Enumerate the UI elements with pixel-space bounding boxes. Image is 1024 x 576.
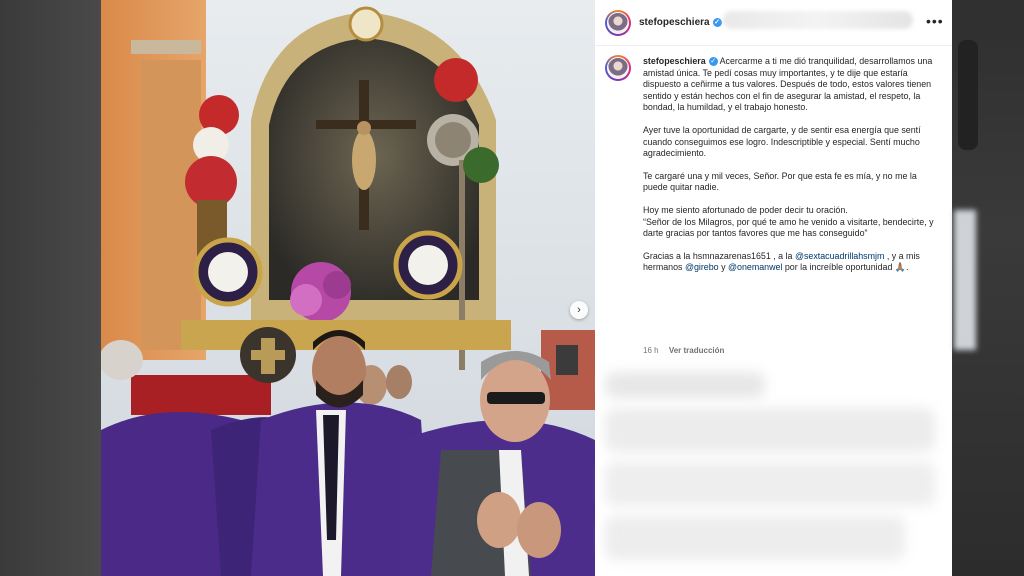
caption-meta: 16 h Ver traducción	[643, 346, 724, 355]
blurred-region	[723, 11, 913, 29]
mention-link[interactable]: @sextacuadrillahsmjm	[795, 251, 884, 261]
blurred-comment	[605, 408, 935, 452]
comments-panel: stefopeschiera ✓ ••• stefopeschiera ✓ Acer…	[595, 0, 952, 576]
avatar[interactable]	[605, 10, 631, 36]
procession-photo-illustration	[101, 0, 595, 576]
see-translation-link[interactable]: Ver traducción	[669, 346, 725, 355]
author-username[interactable]: stefopeschiera ✓	[639, 17, 722, 28]
background-blur	[954, 210, 976, 350]
post-photo[interactable]: ›	[101, 0, 595, 576]
caption-p5-a: Gracias a la hsmnazarenas1651 , a la	[643, 250, 795, 261]
chevron-right-icon: ›	[577, 304, 581, 316]
next-photo-button[interactable]: ›	[570, 301, 588, 319]
verified-badge-icon: ✓	[712, 17, 722, 27]
caption-paragraph-2: Ayer tuve la oportunidad de cargarte, y …	[643, 124, 921, 159]
caption-avatar[interactable]	[605, 55, 631, 81]
caption-paragraph-4b: “Señor de los Milagros, por qué te amo h…	[643, 216, 934, 239]
background-figure	[958, 40, 978, 150]
timestamp: 16 h	[643, 346, 659, 355]
post-modal: › stefopeschiera ✓ ••• stefopeschiera ✓ Ac…	[101, 0, 952, 576]
username-text[interactable]: stefopeschiera	[639, 17, 710, 28]
blurred-comment	[605, 372, 765, 398]
caption-username[interactable]: stefopeschiera	[643, 56, 706, 66]
more-options-icon[interactable]: •••	[926, 13, 944, 29]
blurred-comment	[605, 516, 905, 560]
background-page-right	[952, 0, 1024, 576]
mention-link[interactable]: @onemanwel	[728, 262, 782, 272]
caption-paragraph-4a: Hoy me siento afortunado de poder decir …	[643, 204, 848, 215]
mention-link[interactable]: @girebo	[685, 262, 719, 272]
caption-paragraph-3: Te cargaré una y mil veces, Señor. Por q…	[643, 170, 917, 193]
post-header: stefopeschiera ✓ •••	[595, 0, 952, 46]
verified-badge-icon: ✓	[708, 57, 718, 67]
caption-p5-d: por la increíble oportunidad 🙏🏽.	[782, 262, 909, 273]
caption-p5-c: y	[718, 262, 728, 273]
blurred-comment	[605, 462, 935, 506]
post-caption: stefopeschiera ✓ Acercarme a ti me dió tr…	[643, 56, 935, 285]
